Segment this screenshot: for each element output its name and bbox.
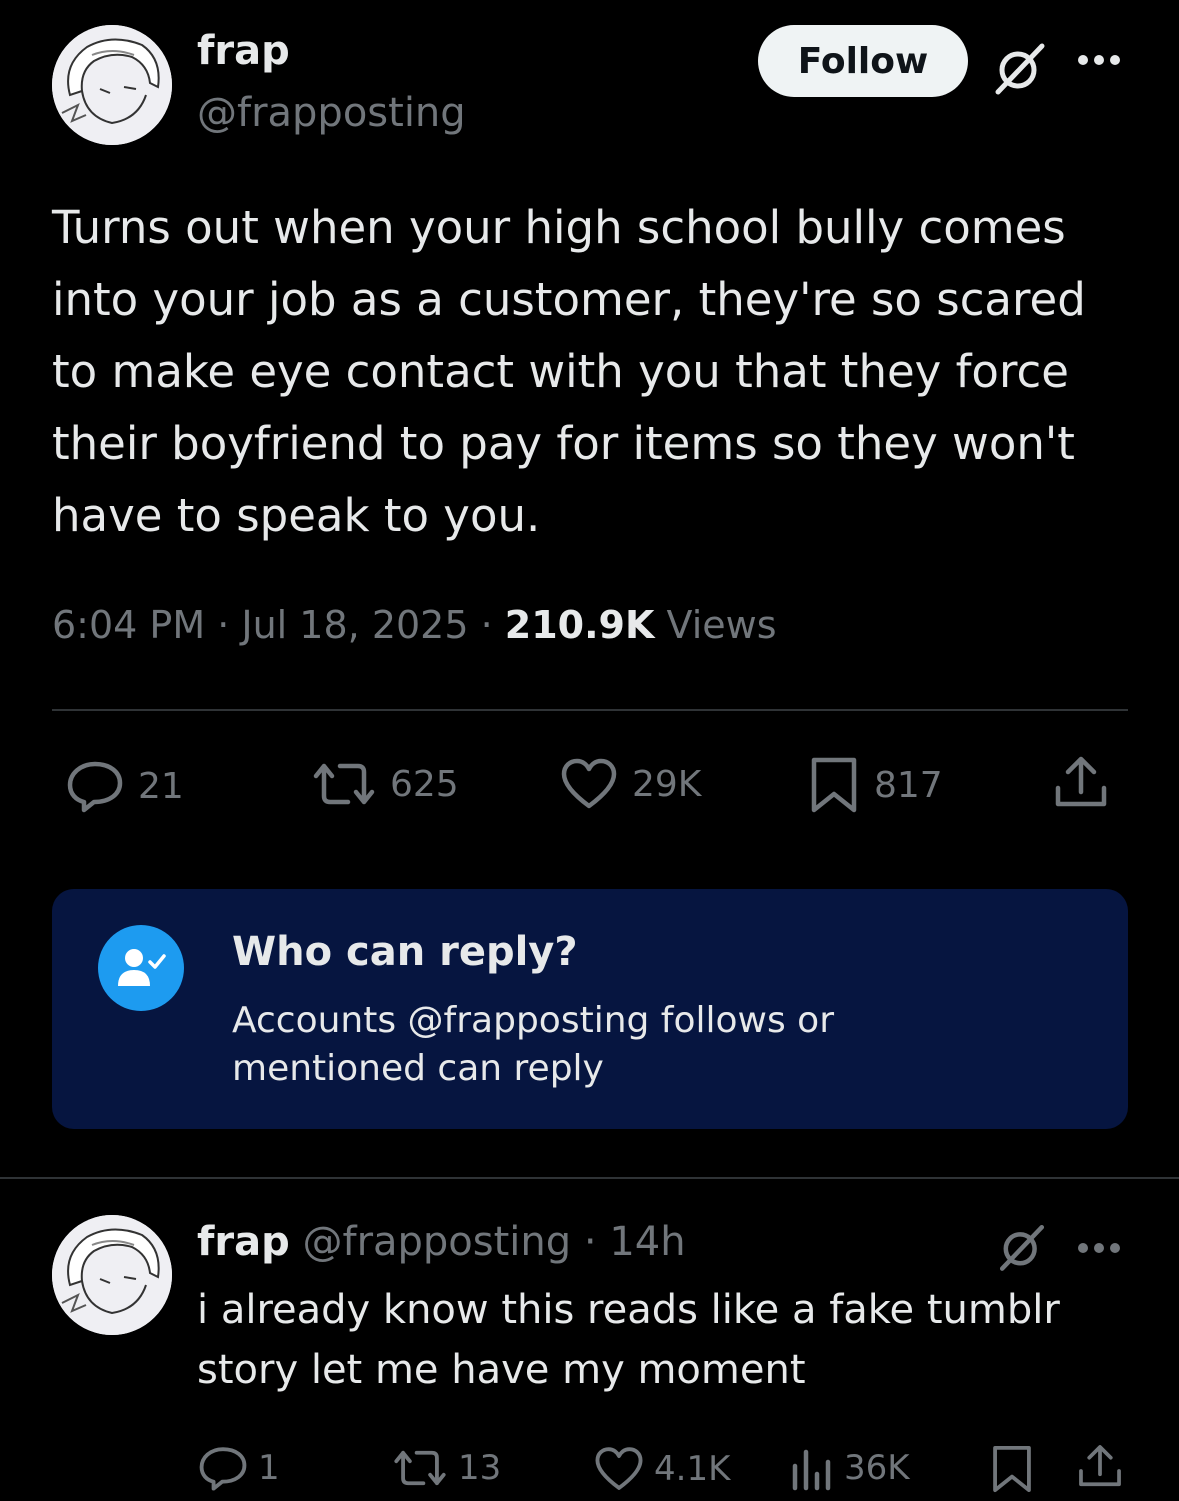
repost-icon xyxy=(392,1446,448,1490)
reply-like-count: 4.1K xyxy=(654,1449,731,1489)
reply-reply-button[interactable]: 1 xyxy=(198,1444,280,1492)
follow-button[interactable]: Follow xyxy=(758,25,968,97)
views-count: 210.9K xyxy=(504,603,655,647)
reply-time[interactable]: 14h xyxy=(609,1219,685,1265)
reply-text: i already know this reads like a fake tu… xyxy=(197,1287,1060,1393)
reply-repost-button[interactable]: 13 xyxy=(392,1446,501,1490)
heart-icon xyxy=(594,1446,644,1492)
divider xyxy=(52,709,1128,711)
reply-views-count: 36K xyxy=(844,1448,910,1488)
post-time[interactable]: 6:04 PM xyxy=(52,603,205,647)
more-options-icon[interactable] xyxy=(1075,1240,1123,1256)
bookmark-count: 817 xyxy=(874,764,943,806)
post-metadata: 6:04 PM · Jul 18, 2025 · 210.9K Views xyxy=(52,603,777,647)
repost-count: 625 xyxy=(390,763,459,805)
grok-icon[interactable] xyxy=(995,1220,1049,1274)
share-button[interactable] xyxy=(1052,754,1110,810)
share-icon xyxy=(1076,1442,1124,1490)
share-icon xyxy=(1052,754,1110,810)
bookmark-icon xyxy=(808,756,860,814)
reply-share-button[interactable] xyxy=(1076,1442,1124,1490)
reply-views-button[interactable]: 36K xyxy=(790,1444,910,1492)
repost-icon xyxy=(312,758,376,810)
bookmark-icon xyxy=(990,1444,1034,1494)
reply-button[interactable]: 21 xyxy=(66,758,184,814)
meta-separator: · xyxy=(571,1219,610,1265)
reply-header: frap @frapposting · 14h xyxy=(197,1219,686,1265)
who-can-reply-notice: Who can reply? Accounts @frapposting fol… xyxy=(52,889,1128,1129)
author-avatar[interactable] xyxy=(52,25,172,145)
reply-bookmark-button[interactable] xyxy=(990,1444,1034,1494)
author-display-name[interactable]: frap xyxy=(197,28,290,74)
reply-icon xyxy=(198,1444,248,1492)
reply-repost-count: 13 xyxy=(458,1448,502,1488)
reply-author-avatar[interactable] xyxy=(52,1215,172,1335)
bookmark-button[interactable]: 817 xyxy=(808,756,943,814)
who-can-reply-description: Accounts @frapposting follows or mention… xyxy=(232,1000,834,1089)
grok-icon[interactable] xyxy=(990,38,1050,98)
reply-icon xyxy=(66,758,124,814)
reply-reply-count: 1 xyxy=(258,1448,280,1488)
repost-button[interactable]: 625 xyxy=(312,758,459,810)
meta-separator: · xyxy=(468,603,505,647)
heart-icon xyxy=(560,758,618,810)
views-label: Views xyxy=(666,603,777,647)
like-count: 29K xyxy=(632,763,702,805)
reply-like-button[interactable]: 4.1K xyxy=(594,1446,730,1492)
more-options-icon[interactable] xyxy=(1075,52,1123,68)
user-check-icon xyxy=(98,925,184,1011)
reply-author-name[interactable]: frap xyxy=(197,1219,290,1265)
who-can-reply-title: Who can reply? xyxy=(232,929,578,975)
analytics-icon xyxy=(790,1444,834,1492)
reply-author-handle[interactable]: @frapposting xyxy=(302,1219,571,1265)
divider xyxy=(0,1177,1179,1179)
like-button[interactable]: 29K xyxy=(560,758,701,810)
reply-count: 21 xyxy=(138,765,184,807)
author-handle[interactable]: @frapposting xyxy=(197,90,466,136)
meta-separator: · xyxy=(205,603,242,647)
post-date[interactable]: Jul 18, 2025 xyxy=(241,603,468,647)
post-text: Turns out when your high school bully co… xyxy=(52,201,1086,542)
